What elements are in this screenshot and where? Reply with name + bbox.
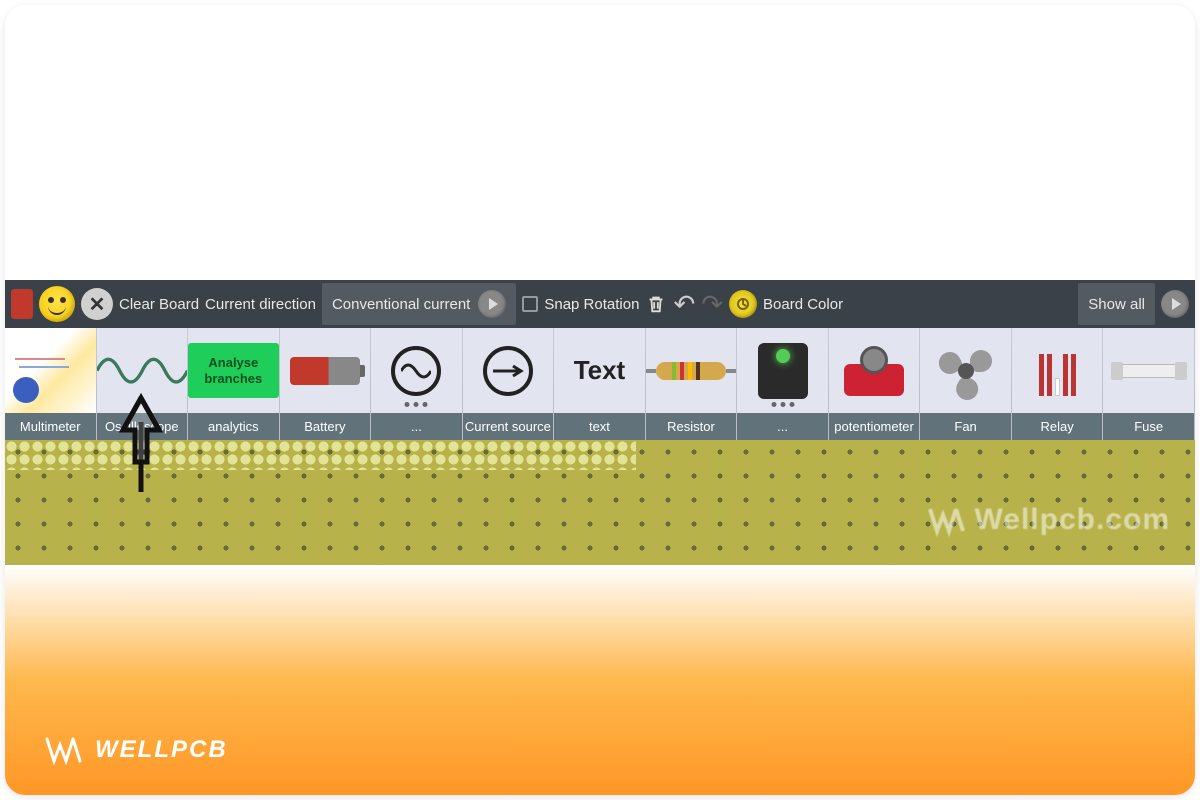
fan-icon [920,328,1011,413]
component-relay[interactable]: Relay [1012,328,1104,440]
next-play-icon[interactable] [1161,290,1189,318]
fuse-icon [1103,328,1194,413]
battery-icon [280,328,371,413]
brand-text: WELLPCB [95,736,228,764]
component-label: Multimeter [5,413,96,440]
record-button[interactable] [11,289,33,319]
brand-logo: WELLPCB [45,735,228,765]
component-label: Resistor [646,413,737,440]
resistor-icon [646,328,737,413]
component-label: Battery [280,413,371,440]
component-battery[interactable]: Battery [280,328,372,440]
current-source-icon [463,328,554,413]
breadboard-rail [5,440,636,470]
component-palette: Multimeter Oscilloscope Analyse branches… [5,328,1195,440]
current-direction-label: Current direction [205,296,316,313]
component-analytics[interactable]: Analyse branches analytics [188,328,280,440]
chip-icon [737,328,828,413]
component-current-source[interactable]: Current source [463,328,555,440]
top-toolbar: ✕ Clear Board Current direction Conventi… [5,280,1195,328]
component-label: ... [737,413,828,440]
component-label: Fan [920,413,1011,440]
component-text[interactable]: Text text [554,328,646,440]
component-label: Current source [463,413,554,440]
component-ac-source[interactable]: ... [371,328,463,440]
component-potentiometer[interactable]: potentiometer [829,328,921,440]
component-label: text [554,413,645,440]
component-multimeter[interactable]: Multimeter [5,328,97,440]
smiley-icon[interactable] [39,286,75,322]
snap-rotation-label: Snap Rotation [544,296,639,313]
screenshot-card: ✕ Clear Board Current direction Conventi… [5,5,1195,795]
show-all-dropdown[interactable]: Show all [1078,283,1155,325]
component-label: analytics [188,413,279,440]
component-fan[interactable]: Fan [920,328,1012,440]
wellpcb-logo-icon [45,735,85,765]
relay-icon [1012,328,1103,413]
snap-rotation-checkbox[interactable] [522,296,538,312]
multimeter-icon [5,328,96,413]
watermark: Wellpcb.com [927,503,1170,537]
analyse-icon: Analyse branches [188,328,279,413]
component-resistor[interactable]: Resistor [646,328,738,440]
clear-board-button[interactable]: Clear Board [119,296,199,313]
component-chip[interactable]: ... [737,328,829,440]
dropdown-play-icon [478,290,506,318]
potentiometer-icon [829,328,920,413]
annotation-arrow-icon [117,392,165,492]
ac-source-icon [371,328,462,413]
undo-icon[interactable]: ↶ [673,289,695,320]
text-icon: Text [554,328,645,413]
close-button[interactable]: ✕ [81,288,113,320]
component-label: Fuse [1103,413,1194,440]
board-color-indicator[interactable] [729,290,757,318]
board-color-label: Board Color [763,296,843,313]
component-label: ... [371,413,462,440]
current-direction-dropdown[interactable]: Conventional current [322,283,516,325]
trash-icon[interactable] [645,291,667,317]
component-label: Relay [1012,413,1103,440]
component-fuse[interactable]: Fuse [1103,328,1195,440]
show-all-label: Show all [1088,296,1145,313]
redo-icon[interactable]: ↷ [701,289,723,320]
component-label: potentiometer [829,413,920,440]
conventional-current-label: Conventional current [332,296,470,313]
